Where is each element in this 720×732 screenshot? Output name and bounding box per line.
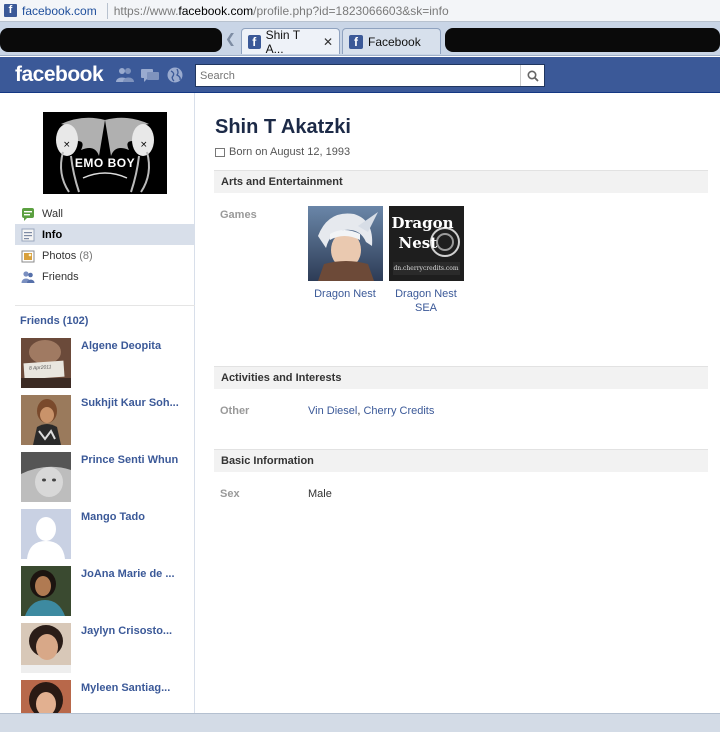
nav-item-photos[interactable]: Photos (8) [15,245,195,266]
friend-avatar[interactable] [21,395,71,445]
tab-close-icon[interactable]: ✕ [323,35,333,49]
nav-item-friends[interactable]: Friends [15,266,195,287]
redacted-area [445,28,720,52]
section-header-arts: Arts and Entertainment [214,170,708,193]
nav-item-info[interactable]: Info [15,224,195,245]
game-item-dragon-nest[interactable]: Dragon Nest [305,206,385,301]
tab-label: Facebook [368,34,421,49]
friend-avatar[interactable] [21,623,71,673]
photos-count: (8) [79,249,93,262]
friends-section-title[interactable]: Friends (102) [20,315,88,327]
address-domain: facebook.com [22,3,97,18]
friend-avatar[interactable]: 8 Apr2011 [21,338,71,388]
notifications-globe-icon[interactable] [166,67,184,83]
game-image[interactable] [307,206,383,281]
game-item-dragon-nest-sea[interactable]: Dragon Nest dn.cherrycredits.com Dragon … [386,206,466,315]
friend-item[interactable]: JoAna Marie de ... [21,566,193,616]
friend-name[interactable]: Algene Deopita [81,340,161,352]
nav-item-label: Info [42,228,63,241]
game-name[interactable]: Dragon Nest SEA [394,287,458,315]
info-icon [21,228,35,241]
nav-item-label: Friends [42,270,79,283]
friend-name[interactable]: Prince Senti Whun [81,454,178,466]
facebook-favicon-icon: f [349,34,363,49]
profile-name: Shin T Akatzki [215,116,351,138]
game-logo-text: Nest [398,234,438,252]
tab-label: Shin T A... [265,27,300,56]
interest-link[interactable]: Cherry Credits [363,405,434,417]
friend-name[interactable]: JoAna Marie de ... [81,568,175,580]
left-sidebar: × × EMO BOY Wall Info Photos (8) Friends… [0,93,195,713]
game-image[interactable]: Dragon Nest dn.cherrycredits.com [388,206,464,281]
section-header-activities: Activities and Interests [214,366,708,389]
url-prefix: https://www. [113,3,179,18]
game-logo-url: dn.cherrycredits.com [393,265,459,272]
sidebar-divider [15,305,195,306]
search-input[interactable] [196,65,520,86]
interest-link[interactable]: Vin Diesel [308,405,357,417]
browser-status-bar [0,713,720,732]
search-box [195,64,545,87]
section-header-basic: Basic Information [214,449,708,472]
tab-profile[interactable]: f Shin T A... ✕ [241,27,340,56]
messages-icon[interactable] [141,67,159,83]
nav-item-label: Wall [42,207,63,220]
search-button[interactable] [520,65,544,86]
friend-item[interactable]: Jaylyn Crisosto... [21,623,193,673]
search-icon [526,69,539,82]
games-label: Games [220,209,257,221]
friend-requests-icon[interactable] [116,67,134,83]
friend-item[interactable]: Mango Tado [21,509,193,559]
facebook-favicon-icon: f [248,34,261,49]
url-host: facebook.com [178,3,254,18]
facebook-header: facebook [0,57,720,93]
game-name[interactable]: Dragon Nest [305,287,385,301]
birthday-text: Born on August 12, 1993 [229,146,351,158]
calendar-icon [215,147,225,157]
friend-avatar-default[interactable] [21,509,71,559]
address-bar[interactable]: f facebook.com https://www.facebook.com/… [0,0,720,22]
facebook-favicon-icon: f [4,4,17,17]
url-path: /profile.php?id=1823066603&sk=info [253,3,449,18]
profile-nav: Wall Info Photos (8) Friends [15,203,195,287]
address-divider [106,2,108,19]
other-values: Vin Diesel, Cherry Credits [308,405,434,417]
friend-name[interactable]: Mango Tado [81,511,145,523]
friend-avatar[interactable] [21,566,71,616]
game-logo-text: Dragon [391,214,454,232]
profile-picture-caption: EMO BOY [74,156,136,170]
svg-text:×: × [63,140,71,150]
sex-label: Sex [220,488,240,500]
nav-item-label: Photos [42,249,77,262]
profile-picture[interactable]: × × EMO BOY [43,112,167,194]
tab-facebook[interactable]: f Facebook [342,28,441,54]
friend-name[interactable]: Sukhjit Kaur Soh... [81,397,179,409]
friend-avatar[interactable] [21,680,71,713]
emo-boy-image: × × [43,112,167,194]
address-url[interactable]: https://www.facebook.com/profile.php?id=… [114,4,449,18]
tab-scroll-left-icon[interactable]: ❮ [225,31,236,47]
photos-icon [21,250,35,262]
other-label: Other [220,405,250,417]
nav-item-wall[interactable]: Wall [15,203,195,224]
svg-text:×: × [140,140,148,150]
friend-item[interactable]: Sukhjit Kaur Soh... [21,395,193,445]
tab-strip: ❮ f Shin T A... ✕ f Facebook [0,22,720,56]
wall-icon [22,207,34,221]
friends-icon [21,270,35,283]
friend-name[interactable]: Jaylyn Crisosto... [81,625,172,637]
friend-item[interactable]: Prince Senti Whun [21,452,193,502]
sex-value: Male [308,488,332,500]
friend-name[interactable]: Myleen Santiag... [81,682,170,694]
birthday-line: Born on August 12, 1993 [215,146,350,158]
redacted-area [0,28,222,52]
profile-info-content: Shin T Akatzki Born on August 12, 1993 A… [196,93,720,713]
facebook-logo[interactable]: facebook [15,63,104,87]
friend-item[interactable]: 8 Apr2011 Algene Deopita [21,338,193,388]
friend-avatar[interactable] [21,452,71,502]
